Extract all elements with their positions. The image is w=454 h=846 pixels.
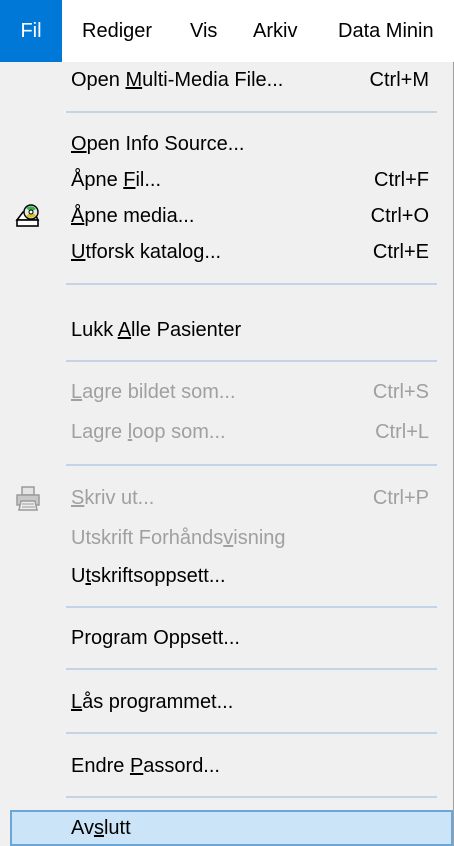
menu-separator xyxy=(66,606,437,608)
menu-item-label: Åpne media... xyxy=(71,205,195,227)
menu-arkiv[interactable]: Arkiv xyxy=(253,0,297,62)
menu-item-explore-catalog[interactable]: Utforsk katalog... Ctrl+E xyxy=(0,234,453,270)
menu-item-save-image-as[interactable]: Lagre bildet som... Ctrl+S xyxy=(0,374,453,410)
menu-item-change-password[interactable]: Endre Passord... xyxy=(0,748,453,784)
menu-item-open-file[interactable]: Åpne Fil... Ctrl+F xyxy=(0,162,453,198)
menu-item-label: Endre Passord... xyxy=(71,755,220,777)
menu-separator xyxy=(66,360,437,362)
menu-item-label: Utforsk katalog... xyxy=(71,241,222,263)
menu-data-mining[interactable]: Data Minin xyxy=(338,0,434,62)
printer-icon xyxy=(16,486,40,511)
menu-fil[interactable]: Fil xyxy=(0,0,62,62)
menu-item-print-preview[interactable]: Utskrift Forhåndsvisning xyxy=(0,520,453,556)
menu-item-label: Program Oppsett... xyxy=(71,627,240,649)
menu-item-label: Skriv ut... xyxy=(71,487,155,509)
menu-item-close-all-patients[interactable]: Lukk Alle Pasienter xyxy=(0,312,453,348)
menu-item-exit[interactable]: Avslutt xyxy=(10,810,453,846)
menu-item-label: Utskriftsoppsett... xyxy=(71,565,226,587)
file-menu-dropdown: Open Multi-Media File... Ctrl+M Open Inf… xyxy=(0,62,454,846)
menu-item-label: Lukk Alle Pasienter xyxy=(71,319,242,341)
menu-separator xyxy=(66,796,437,798)
media-cd-icon xyxy=(15,204,40,227)
menu-item-label: Utskrift Forhåndsvisning xyxy=(71,527,286,549)
menu-bar: Fil Rediger Vis Arkiv Data Minin xyxy=(0,0,454,62)
menu-item-shortcut: Ctrl+L xyxy=(375,421,429,443)
menu-vis[interactable]: Vis xyxy=(190,0,217,62)
menu-separator xyxy=(66,464,437,466)
menu-rediger[interactable]: Rediger xyxy=(82,0,152,62)
menu-item-label: Lagre loop som... xyxy=(71,421,226,443)
menu-item-label: Avslutt xyxy=(71,817,131,839)
menu-item-label: Open Info Source... xyxy=(71,133,245,155)
menu-item-shortcut: Ctrl+F xyxy=(374,169,429,191)
menu-separator xyxy=(66,283,437,285)
menu-item-lock-program[interactable]: Lås programmet... xyxy=(0,684,453,720)
menu-item-open-info-source[interactable]: Open Info Source... xyxy=(0,126,453,162)
menu-separator xyxy=(66,668,437,670)
menu-item-print-setup[interactable]: Utskriftsoppsett... xyxy=(0,558,453,594)
menu-item-label: Open Multi-Media File... xyxy=(71,69,284,91)
menu-separator xyxy=(66,732,437,734)
menu-item-shortcut: Ctrl+P xyxy=(372,487,429,509)
menu-item-open-multimedia-file[interactable]: Open Multi-Media File... Ctrl+M xyxy=(0,62,453,98)
menu-separator xyxy=(66,111,437,113)
menu-item-shortcut: Ctrl+E xyxy=(372,241,429,263)
menu-item-shortcut: Ctrl+S xyxy=(372,381,429,403)
menu-item-label: Lagre bildet som... xyxy=(71,381,236,403)
menu-item-label: Åpne Fil... xyxy=(71,169,162,191)
menu-item-save-loop-as[interactable]: Lagre loop som... Ctrl+L xyxy=(0,414,453,450)
menu-item-open-media[interactable]: Åpne media... Ctrl+O xyxy=(0,198,453,234)
menu-item-label: Lås programmet... xyxy=(71,691,234,713)
menu-item-shortcut: Ctrl+M xyxy=(369,69,429,91)
menu-item-print[interactable]: Skriv ut... Ctrl+P xyxy=(0,480,453,516)
menu-item-program-setup[interactable]: Program Oppsett... xyxy=(0,620,453,656)
menu-item-shortcut: Ctrl+O xyxy=(370,205,429,227)
